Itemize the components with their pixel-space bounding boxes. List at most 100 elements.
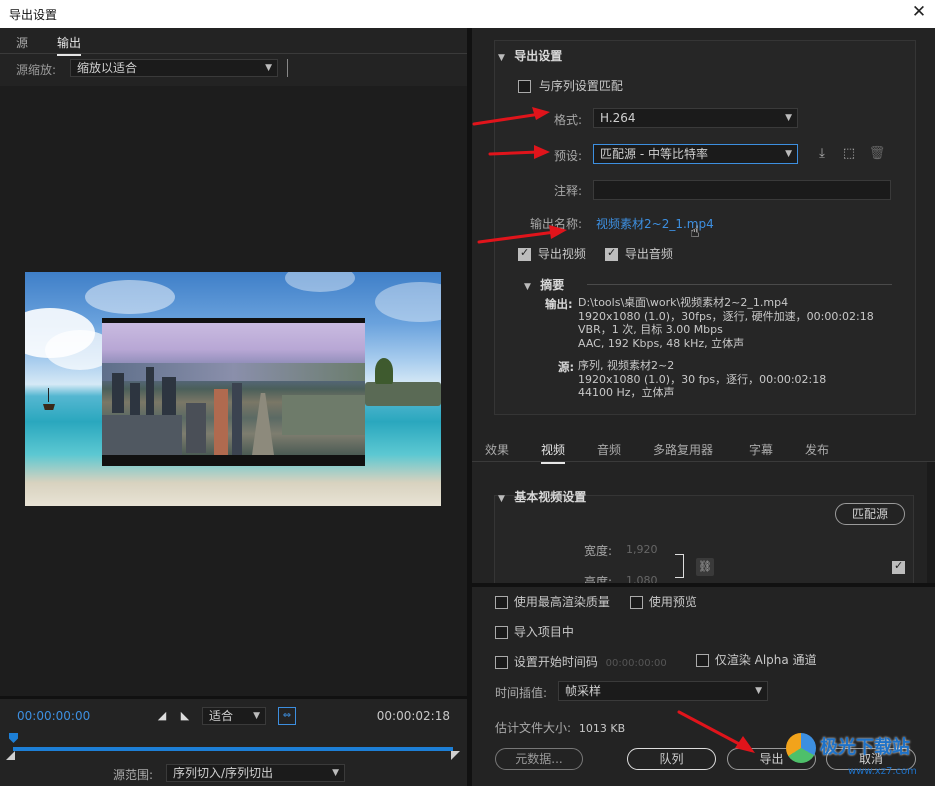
alpha-only-checkbox[interactable] (696, 654, 709, 667)
export-video-checkbox[interactable] (518, 246, 531, 261)
panel-divider-horizontal[interactable] (472, 583, 935, 587)
building-shape (102, 415, 182, 455)
import-project-row[interactable]: 导入项目中 (495, 623, 574, 640)
export-settings-header[interactable]: ▼ 导出设置 (498, 47, 562, 64)
import-preset-icon[interactable]: ⬚ (840, 145, 858, 163)
max-quality-checkbox[interactable] (495, 596, 508, 609)
start-timecode-checkbox[interactable] (495, 656, 508, 669)
mark-out-icon[interactable]: ◣ (178, 709, 192, 723)
source-range-dropdown[interactable]: 序列切入/序列切出 ▼ (166, 764, 345, 782)
save-preset-icon[interactable]: ⤓ (813, 145, 831, 163)
summary-source-line: 44100 Hz，立体声 (578, 386, 675, 399)
tab-captions[interactable]: 字幕 (749, 441, 773, 458)
import-project-label: 导入项目中 (513, 625, 574, 639)
divider (287, 59, 288, 77)
horizon-shape (102, 363, 365, 381)
collapse-chevron-icon: ▼ (498, 494, 505, 504)
export-audio-checkbox[interactable] (605, 246, 618, 261)
annotation-arrow-icon (472, 107, 550, 126)
export-settings-title: 导出设置 (514, 49, 563, 63)
start-timecode-row[interactable]: 设置开始时间码 00:00:00:00 (495, 653, 667, 670)
fit-dropdown[interactable]: 适合 ▼ (202, 707, 266, 725)
aspect-correction-icon[interactable]: ⇔ (278, 707, 296, 725)
building-shape (214, 389, 228, 455)
timeline-track[interactable] (13, 747, 453, 751)
tab-multiplexer[interactable]: 多路复用器 (653, 441, 713, 458)
summary-title: 摘要 (540, 278, 565, 292)
time-interpolation-label: 时间插值: (495, 686, 548, 700)
tab-video[interactable]: 视频 (541, 441, 566, 464)
summary-output-line: 1920x1080 (1.0)，30fps，逐行, 硬件加速，00:00:02:… (578, 309, 874, 323)
summary-divider (587, 284, 892, 285)
preview-canvas (0, 86, 467, 696)
chevron-down-icon: ▼ (785, 113, 792, 123)
import-project-checkbox[interactable] (495, 626, 508, 639)
summary-source-key: 源: (558, 360, 575, 374)
comment-input[interactable] (593, 180, 891, 200)
use-previews-checkbox[interactable] (630, 596, 643, 609)
alpha-only-label: 仅渲染 Alpha 通道 (714, 653, 817, 667)
in-point-handle[interactable] (6, 751, 15, 760)
export-audio-row[interactable]: 导出音频 (605, 245, 673, 262)
match-sequence-checkbox[interactable] (518, 80, 531, 93)
format-dropdown[interactable]: H.264 ▼ (593, 108, 798, 128)
start-timecode-value[interactable]: 00:00:00:00 (606, 658, 667, 669)
building-shape (130, 383, 140, 417)
use-previews-row[interactable]: 使用预览 (630, 593, 697, 610)
max-quality-label: 使用最高渲染质量 (513, 595, 610, 609)
field-shape (282, 395, 365, 435)
out-point-handle[interactable] (451, 751, 460, 760)
max-quality-row[interactable]: 使用最高渲染质量 (495, 593, 610, 610)
delete-preset-icon[interactable]: 🗑 (868, 145, 886, 163)
tab-audio[interactable]: 音频 (597, 441, 621, 458)
summary-source-line: 1920x1080 (1.0)，30 fps，逐行，00:00:02:18 (578, 372, 827, 386)
annotation-arrow-icon (677, 710, 755, 753)
source-scale-dropdown[interactable]: 缩放以适合 ▼ (70, 59, 278, 77)
boat-mast (48, 388, 49, 402)
fit-value: 适合 (209, 709, 234, 723)
settings-scrollbar[interactable] (927, 462, 935, 583)
source-range-value: 序列切入/序列切出 (173, 766, 274, 780)
time-interpolation-dropdown[interactable]: 帧采样 ▼ (558, 681, 768, 701)
source-range-label: 源范围: (113, 768, 154, 782)
width-value[interactable]: 1,920 (626, 543, 658, 556)
building-shape (186, 403, 206, 453)
cloud-shape (375, 282, 441, 322)
watermark-logo-icon (786, 733, 816, 763)
chevron-down-icon: ▼ (785, 149, 792, 159)
cloud-shape (85, 280, 175, 314)
match-sequence-row[interactable]: 与序列设置匹配 (518, 77, 623, 94)
summary-output-line: VBR，1 次, 目标 3.00 Mbps (578, 323, 723, 336)
tab-source[interactable]: 源 (16, 34, 28, 51)
preview-tabs: 源 输出 (0, 28, 467, 56)
timecode-end: 00:00:02:18 (376, 709, 450, 723)
tab-output[interactable]: 输出 (57, 34, 82, 56)
estimated-size-value: 1013 KB (578, 722, 626, 735)
metadata-button[interactable]: 元数据... (495, 748, 583, 770)
alpha-only-row[interactable]: 仅渲染 Alpha 通道 (696, 651, 817, 668)
match-source-button[interactable]: 匹配源 (835, 503, 905, 525)
match-checkbox[interactable] (892, 559, 905, 574)
link-chain-icon[interactable]: ⛓ (696, 558, 714, 576)
building-shape (146, 367, 154, 417)
export-audio-label: 导出音频 (624, 247, 673, 261)
summary-header[interactable]: ▼ 摘要 (524, 276, 564, 293)
preview-panel: 源 输出 源缩放: 缩放以适合 ▼ 00:00:00:00 ◢ ◣ 适合 ▼ ⇔… (0, 28, 467, 786)
mark-in-icon[interactable]: ◢ (155, 709, 169, 723)
basic-video-header[interactable]: ▼ 基本视频设置 (498, 488, 586, 505)
summary-source-line: 序列, 视频素材2~2 (578, 359, 675, 372)
chevron-down-icon: ▼ (265, 63, 272, 73)
summary-output-key: 输出: (545, 297, 573, 311)
timecode-start[interactable]: 00:00:00:00 (17, 709, 90, 723)
summary-source-block: 序列, 视频素材2~2 1920x1080 (1.0)，30 fps，逐行，00… (578, 359, 826, 400)
close-icon[interactable]: ✕ (909, 2, 929, 22)
height-value[interactable]: 1,080 (626, 574, 658, 583)
source-scale-label: 源缩放: (16, 63, 57, 77)
watermark-brand: 极光下载站 (820, 737, 910, 758)
preset-dropdown[interactable]: 匹配源 - 中等比特率 ▼ (593, 144, 798, 164)
hand-cursor-icon: ☝ (690, 222, 700, 241)
playhead-handle[interactable] (9, 733, 18, 743)
estimated-size-label: 估计文件大小: (495, 721, 572, 735)
tab-publish[interactable]: 发布 (805, 441, 829, 458)
tab-effects[interactable]: 效果 (485, 441, 509, 458)
